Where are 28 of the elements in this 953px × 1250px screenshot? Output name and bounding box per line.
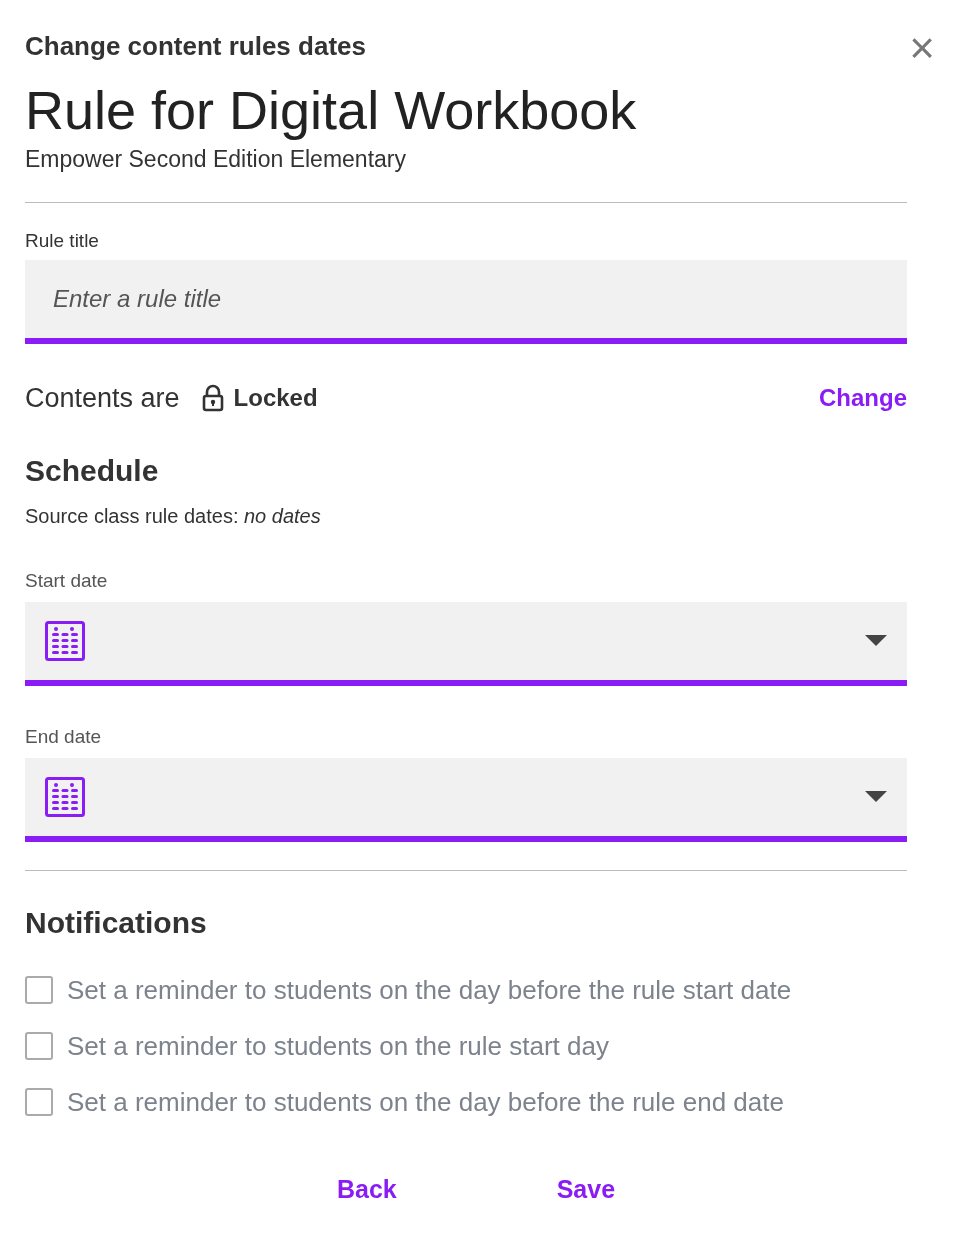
contents-label: Contents are <box>25 382 180 415</box>
calendar-icon <box>45 776 85 817</box>
checkbox[interactable] <box>25 1031 53 1060</box>
checkbox-label: Set a reminder to students on the day before the rule end date <box>67 1085 784 1119</box>
dialog-button[interactable]: Save <box>536 1166 636 1212</box>
field-label: Start date <box>25 568 109 593</box>
subtitle: Empower Second Edition Elementary <box>25 145 407 174</box>
dropdown-caret-icon <box>865 790 887 803</box>
dropdown-caret-icon <box>865 634 887 647</box>
checkbox-label: Set a reminder to students on the rule start day <box>67 1029 609 1063</box>
page-title: Rule for Digital Workbook <box>25 79 638 142</box>
source-note: Source class rule dates: no dates <box>25 503 322 529</box>
close-button[interactable]: × <box>909 30 935 66</box>
checkbox-label: Set a reminder to students on the day before the rule start date <box>67 973 792 1007</box>
calendar-icon <box>45 620 85 661</box>
dialog-button[interactable]: Back <box>316 1166 417 1212</box>
rule-title-field[interactable]: Enter a rule title <box>25 260 907 344</box>
date-field[interactable] <box>25 601 907 686</box>
field-label: End date <box>25 724 103 749</box>
section-heading: Notifications <box>25 904 208 941</box>
checkbox[interactable] <box>25 975 53 1004</box>
change-link[interactable]: Change <box>819 380 907 417</box>
lock-state: Locked <box>233 383 318 414</box>
dialog-heading: Change content rules dates <box>25 30 366 63</box>
date-field[interactable] <box>25 757 907 842</box>
checkbox[interactable] <box>25 1087 53 1116</box>
section-heading: Schedule <box>25 452 160 489</box>
field-label: Rule title <box>25 229 100 253</box>
